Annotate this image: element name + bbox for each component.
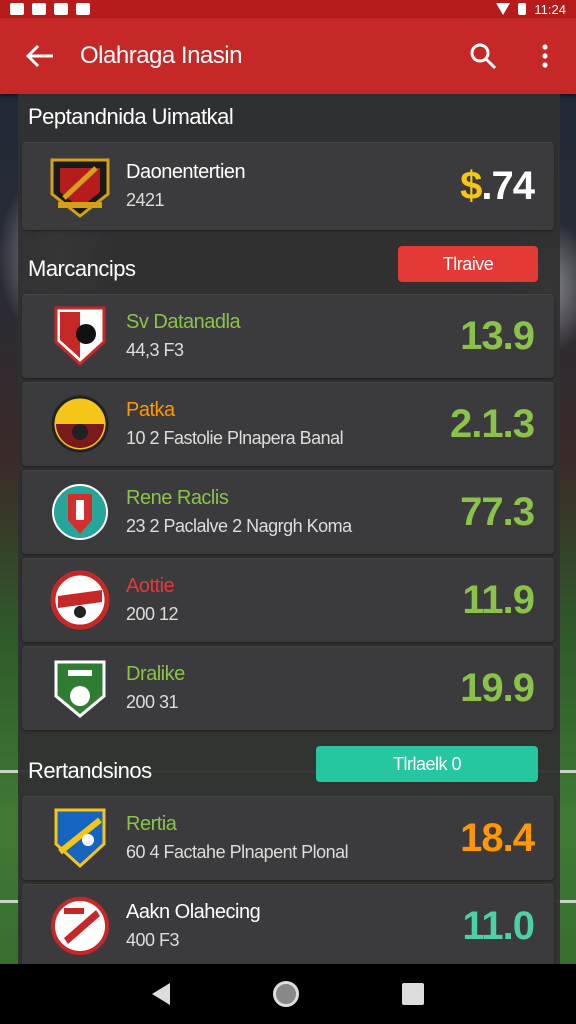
list-item[interactable]: Rertia 60 4 Factahe Plnapent Plonal 18.4	[22, 796, 554, 880]
card-name: Aakn Olahecing	[126, 901, 261, 923]
notification-icon	[10, 3, 24, 15]
status-bar: 11:24	[0, 0, 576, 18]
team-crest-icon	[50, 570, 110, 630]
card-text: Rene Raclis 23 2 Paclalve 2 Nagrgh Koma	[126, 487, 460, 537]
more-vert-icon	[542, 44, 548, 68]
card-name: Dralike	[126, 663, 185, 685]
section1-pill[interactable]: Tlraive	[398, 246, 538, 282]
card-sub: 60 4 Factahe Plnapent Plonal	[126, 842, 349, 862]
notification-icon	[32, 3, 46, 15]
app-title: Olahraga Inasin	[80, 42, 242, 69]
card-text: Patka 10 2 Fastolie Plnapera Banal	[126, 399, 450, 449]
card-name: Patka	[126, 399, 175, 421]
main-panel: Peptandnida Uimatkal Daonentertien 2421 …	[18, 94, 560, 968]
team-crest-icon	[50, 158, 110, 218]
card-score: $.74	[460, 163, 535, 209]
card-name: Rertia	[126, 813, 177, 835]
wifi-icon	[496, 3, 511, 15]
card-score: 11.9	[462, 577, 535, 622]
card-text: Daonentertien 2421	[126, 161, 460, 211]
card-score: 13.9	[460, 313, 535, 358]
card-score: 77.3	[460, 489, 535, 534]
list-item[interactable]: Aottie 200 12 11.9	[22, 558, 554, 642]
card-sub: 400 F3	[126, 930, 180, 950]
card-text: Aottie 200 12	[126, 575, 462, 625]
card-name: Sv Datanadla	[126, 311, 241, 333]
team-crest-icon	[54, 306, 106, 367]
back-button[interactable]	[0, 18, 80, 94]
list-item[interactable]: Dralike 200 31 19.9	[22, 646, 554, 730]
search-button[interactable]	[452, 18, 514, 94]
notification-icons	[10, 3, 90, 15]
card-score: 19.9	[460, 665, 535, 710]
nav-home-icon[interactable]	[272, 981, 299, 1007]
list-item[interactable]: Rene Raclis 23 2 Paclalve 2 Nagrgh Koma 77…	[22, 470, 554, 554]
arrow-left-icon	[25, 44, 53, 68]
app-bar: Olahraga Inasin	[0, 18, 576, 94]
card-name: Rene Raclis	[126, 487, 229, 509]
card-sub: 10 2 Fastolie Plnapera Banal	[126, 428, 344, 448]
section2-heading: Rertandsinos	[28, 758, 152, 783]
card-text: Sv Datanadla 44,3 F3	[126, 311, 460, 361]
team-crest-icon	[52, 484, 108, 540]
currency-symbol: $	[460, 163, 482, 208]
card-sub: 200 12	[126, 604, 179, 624]
card-score: 18.4	[460, 815, 535, 860]
team-crest-icon	[51, 897, 109, 955]
card-score: 11.0	[462, 903, 535, 948]
card-sub: 2421	[126, 190, 165, 210]
list-item[interactable]: Sv Datanadla 44,3 F3 13.9	[22, 294, 554, 378]
card-sub: 23 2 Paclalve 2 Nagrgh Koma	[126, 516, 352, 536]
system-icons: 11:24	[496, 2, 566, 17]
nav-recents-icon[interactable]	[402, 983, 425, 1005]
card-sub: 44,3 F3	[126, 340, 184, 360]
notification-icon	[76, 3, 90, 15]
card-text: Rertia 60 4 Factahe Plnapent Plonal	[126, 813, 460, 863]
team-crest-icon	[54, 660, 106, 718]
section2-pill[interactable]: Tlrlaelk 0	[316, 746, 538, 782]
clock: 11:24	[534, 1, 566, 17]
card-name: Aottie	[126, 575, 175, 597]
team-crest-icon	[51, 395, 109, 453]
more-options-button[interactable]	[514, 18, 576, 94]
featured-card[interactable]: Daonentertien 2421 $.74	[22, 142, 554, 230]
list-item[interactable]: Aakn Olahecing 400 F3 11.0	[22, 884, 554, 968]
list-item[interactable]: Patka 10 2 Fastolie Plnapera Banal 2.1.3	[22, 382, 554, 466]
navigation-bar	[0, 964, 576, 1024]
card-name: Daonentertien	[126, 161, 246, 183]
score-value: .74	[481, 163, 535, 208]
card-sub: 200 31	[126, 692, 179, 712]
section1-heading: Marcancips	[28, 256, 136, 281]
nav-back-icon[interactable]	[151, 983, 170, 1005]
featured-heading: Peptandnida Uimatkal	[28, 104, 234, 129]
battery-icon	[518, 3, 527, 15]
team-crest-icon	[54, 808, 106, 869]
card-text: Dralike 200 31	[126, 663, 460, 713]
card-score: 2.1.3	[450, 401, 535, 446]
card-text: Aakn Olahecing 400 F3	[126, 901, 462, 951]
notification-icon	[54, 3, 68, 15]
search-icon	[470, 43, 497, 70]
